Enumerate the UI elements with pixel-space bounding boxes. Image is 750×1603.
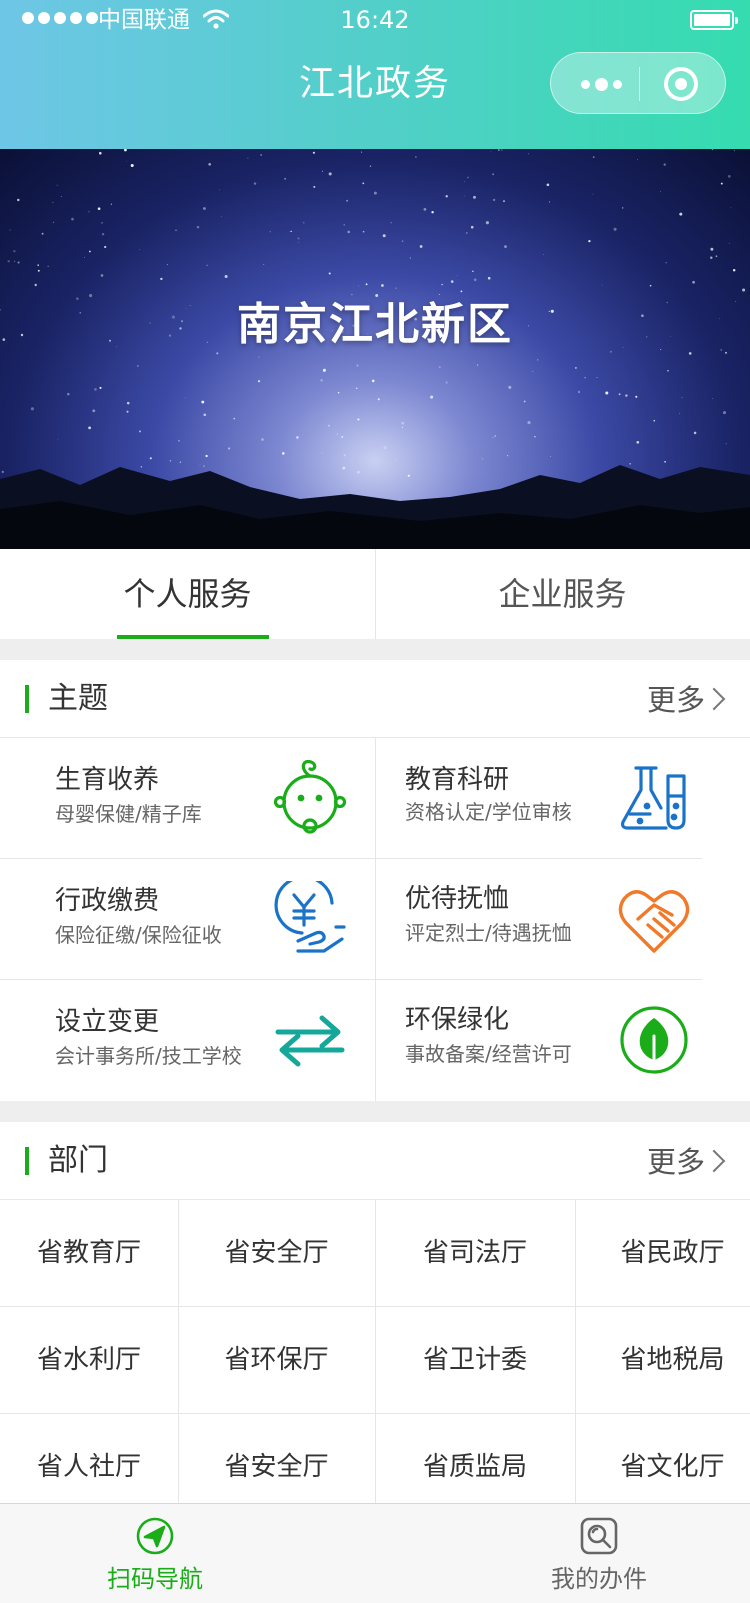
theme-name: 设立变更 bbox=[55, 1007, 160, 1037]
theme-card-establish-change[interactable]: 设立变更 会计事务所/技工学校 bbox=[0, 980, 375, 1101]
navigation-arrow-icon bbox=[136, 1517, 174, 1555]
theme-subtitle: 评定烈士/待遇抚恤 bbox=[405, 921, 572, 945]
departments-section-title: 部门 bbox=[48, 1143, 108, 1178]
section-accent-bar bbox=[25, 1147, 29, 1175]
dept-item[interactable]: 省地税局 bbox=[575, 1307, 750, 1413]
departments-more-link[interactable]: 更多 bbox=[647, 1122, 705, 1202]
theme-card-education-research[interactable]: 教育科研 资格认定/学位审核 bbox=[375, 738, 750, 859]
theme-card-environment-greening[interactable]: 环保绿化 事故备案/经营许可 bbox=[375, 980, 750, 1101]
leaf-icon bbox=[620, 1006, 688, 1074]
dept-item[interactable]: 省水利厅 bbox=[0, 1307, 178, 1413]
dept-item[interactable]: 省环保厅 bbox=[178, 1307, 375, 1413]
magnifier-doc-icon bbox=[580, 1517, 618, 1555]
dept-item[interactable]: 省卫计委 bbox=[375, 1307, 575, 1413]
status-time: 16:42 bbox=[340, 6, 410, 34]
close-target-icon[interactable] bbox=[664, 67, 698, 101]
section-gap bbox=[0, 639, 750, 660]
themes-more-link[interactable]: 更多 bbox=[647, 660, 705, 740]
themes-section-header: 主题 更多 bbox=[0, 660, 750, 738]
theme-name: 教育科研 bbox=[405, 765, 510, 795]
themes-grid: 生育收养 母婴保健/精子库 教育科研 资格认定/学位审核 行政缴费 保险征缴/保… bbox=[0, 738, 750, 1101]
battery-icon bbox=[690, 10, 738, 30]
bottom-tab-bar: 扫码导航 我的办件 bbox=[0, 1503, 750, 1603]
grid-divider bbox=[375, 738, 376, 1101]
grid-divider bbox=[0, 1413, 750, 1414]
grid-divider bbox=[0, 1306, 750, 1307]
theme-subtitle: 会计事务所/技工学校 bbox=[55, 1044, 242, 1068]
header: 中国联通 16:42 江北政务 bbox=[0, 0, 750, 149]
grid-divider bbox=[178, 1200, 179, 1503]
section-accent-bar bbox=[25, 685, 29, 713]
grid-divider bbox=[0, 979, 702, 980]
chevron-right-icon[interactable] bbox=[702, 687, 726, 711]
hero-banner[interactable]: 南京江北新区 bbox=[0, 149, 750, 549]
grid-divider bbox=[0, 858, 702, 859]
tabbar-label: 扫码导航 bbox=[107, 1565, 203, 1593]
grid-divider bbox=[375, 1200, 376, 1503]
grid-divider bbox=[575, 1200, 576, 1503]
themes-section-title: 主题 bbox=[48, 681, 108, 716]
departments-section-header: 部门 更多 bbox=[0, 1122, 750, 1200]
dept-item[interactable]: 省司法厅 bbox=[375, 1200, 575, 1306]
tabbar-item-my-cases[interactable]: 我的办件 bbox=[448, 1504, 748, 1603]
tab-personal-service[interactable]: 个人服务 bbox=[0, 549, 375, 639]
tabbar-label: 我的办件 bbox=[551, 1565, 647, 1593]
heart-hand-icon bbox=[618, 890, 690, 953]
service-tabs: 个人服务 企业服务 bbox=[0, 549, 750, 639]
theme-subtitle: 事故备案/经营许可 bbox=[405, 1042, 572, 1066]
more-dots-icon[interactable] bbox=[571, 53, 631, 115]
dept-item[interactable]: 省教育厅 bbox=[0, 1200, 178, 1306]
theme-card-preferential-pension[interactable]: 优待抚恤 评定烈士/待遇抚恤 bbox=[375, 859, 750, 980]
yen-hand-icon bbox=[274, 881, 346, 953]
capsule-divider bbox=[639, 67, 640, 101]
miniprogram-capsule bbox=[550, 52, 726, 114]
baby-face-icon bbox=[273, 760, 347, 834]
theme-subtitle: 母婴保健/精子库 bbox=[55, 802, 202, 826]
tabbar-item-scan-navigation[interactable]: 扫码导航 bbox=[4, 1504, 304, 1603]
page: 中国联通 16:42 江北政务 南京江北新区 个人服务 企业服务 主题 更多 生… bbox=[0, 0, 750, 1603]
theme-card-administrative-fees[interactable]: 行政缴费 保险征缴/保险征收 bbox=[0, 859, 375, 980]
flask-icon bbox=[620, 766, 686, 830]
theme-name: 生育收养 bbox=[55, 765, 160, 795]
theme-name: 环保绿化 bbox=[405, 1005, 510, 1035]
theme-name: 优待抚恤 bbox=[405, 884, 510, 914]
tab-enterprise-service[interactable]: 企业服务 bbox=[375, 549, 750, 639]
theme-name: 行政缴费 bbox=[55, 886, 160, 916]
theme-subtitle: 资格认定/学位审核 bbox=[405, 800, 572, 824]
chevron-right-icon[interactable] bbox=[702, 1149, 726, 1173]
dept-item[interactable]: 省民政厅 bbox=[575, 1200, 750, 1306]
theme-card-birth-adoption[interactable]: 生育收养 母婴保健/精子库 bbox=[0, 738, 375, 859]
section-gap bbox=[0, 1101, 750, 1122]
banner-title: 南京江北新区 bbox=[237, 299, 513, 350]
exchange-arrows-icon bbox=[275, 1015, 345, 1067]
departments-grid: 省教育厅 省安全厅 省司法厅 省民政厅 省水利厅 省环保厅 省卫计委 省地税局 … bbox=[0, 1200, 750, 1503]
theme-subtitle: 保险征缴/保险征收 bbox=[55, 923, 222, 947]
dept-item[interactable]: 省安全厅 bbox=[178, 1200, 375, 1306]
